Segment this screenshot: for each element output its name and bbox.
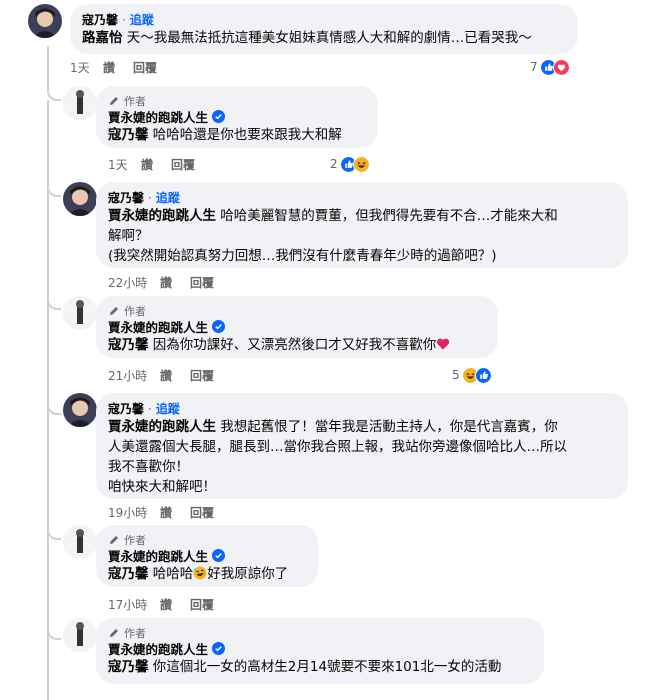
- comment-text: 你這個北一女的高材生2月14號要不要來101北一女的活動: [152, 659, 502, 675]
- comment-text: (我突然開始認真努力回想…我們沒有什麼青春年少時的過節吧？): [108, 248, 497, 264]
- red-heart-emoji: [437, 338, 450, 350]
- verified-badge-icon: [212, 642, 226, 655]
- reply-button[interactable]: 回覆: [133, 59, 157, 76]
- pen-icon: [110, 535, 118, 544]
- avatar[interactable]: [63, 86, 97, 120]
- comment-time[interactable]: 21小時: [108, 367, 160, 384]
- comment-time[interactable]: 1天: [108, 156, 141, 173]
- like-button[interactable]: 讚: [160, 367, 190, 384]
- comment-text: 哈哈哈還是你也要來跟我大和解: [152, 127, 342, 143]
- like-button[interactable]: 讚: [103, 59, 133, 76]
- comment-text: 因為你功課好、又漂亮然後口才又好我不喜歡你: [152, 337, 437, 353]
- comment-text: 解啊？: [108, 228, 149, 244]
- comment-bubble: 寇乃馨 · 追蹤 路嘉怡 天～我最無法抵抗這種美女姐妹真情感人大和解的劇情…已看…: [70, 4, 578, 54]
- comment-text: 人美還露個大長腿，腿長到…當你我合照上報，我站你旁邊像個哈比人…所以: [108, 439, 567, 455]
- pen-icon: [110, 628, 118, 637]
- comment-bubble: 寇乃馨 · 追蹤 賈永婕的跑跳人生 哈哈美麗智慧的賈董，但我們得先要有不合…才能…: [96, 182, 628, 268]
- avatar[interactable]: [63, 296, 97, 330]
- commenter-name[interactable]: 賈永婕的跑跳人生: [108, 317, 208, 336]
- separator-dot: ·: [148, 190, 152, 205]
- comment-text: 我想起舊恨了！當年我是活動主持人，你是代言嘉賓，你: [220, 419, 558, 435]
- avatar[interactable]: [28, 4, 62, 38]
- comment-time[interactable]: 17小時: [108, 596, 160, 613]
- mention-tag[interactable]: 寇乃馨: [108, 127, 149, 143]
- reply-button[interactable]: 回覆: [190, 274, 214, 291]
- thread-connector: [47, 515, 61, 540]
- verified-badge-icon: [212, 110, 226, 123]
- follow-link[interactable]: 追蹤: [130, 11, 154, 28]
- comment-bubble: 寇乃馨 · 追蹤 賈永婕的跑跳人生 我想起舊恨了！當年我是活動主持人，你是代言嘉…: [96, 393, 628, 499]
- separator-dot: ·: [122, 12, 126, 27]
- follow-link[interactable]: 追蹤: [156, 400, 180, 417]
- comment-text: 我不喜歡你！: [108, 459, 189, 475]
- comment-time[interactable]: 22小時: [108, 274, 160, 291]
- reaction-count: 2: [330, 157, 338, 171]
- haha-reaction-icon: [352, 155, 370, 173]
- comment-time[interactable]: 1天: [70, 59, 103, 76]
- follow-link[interactable]: 追蹤: [156, 189, 180, 206]
- commenter-name[interactable]: 寇乃馨: [108, 400, 144, 417]
- commenter-name[interactable]: 寇乃馨: [82, 11, 118, 28]
- mention-tag[interactable]: 路嘉怡: [82, 30, 123, 46]
- pen-icon: [110, 306, 118, 315]
- comment-text: 天～我最無法抵抗這種美女姐妹真情感人大和解的劇情…已看哭我～: [126, 30, 532, 46]
- thread-connector: [47, 76, 61, 101]
- avatar[interactable]: [63, 618, 97, 652]
- avatar[interactable]: [63, 182, 97, 216]
- comment-bubble: 作者 賈永婕的跑跳人生 寇乃馨 哈哈哈還是你也要來跟我大和解: [96, 86, 378, 148]
- mention-tag[interactable]: 寇乃馨: [108, 659, 149, 675]
- mention-tag[interactable]: 寇乃馨: [108, 337, 149, 353]
- avatar[interactable]: [63, 393, 97, 427]
- commenter-name[interactable]: 賈永婕的跑跳人生: [108, 107, 208, 126]
- author-badge: 作者: [108, 93, 366, 108]
- commenter-name[interactable]: 賈永婕的跑跳人生: [108, 546, 208, 565]
- rofl-emoji: [193, 566, 207, 580]
- commenter-name[interactable]: 賈永婕的跑跳人生: [108, 639, 208, 658]
- thread-connector: [47, 615, 61, 640]
- reaction-count: 7: [530, 60, 538, 74]
- verified-badge-icon: [212, 549, 226, 562]
- author-badge: 作者: [108, 303, 486, 318]
- comment-bubble: 作者 賈永婕的跑跳人生 寇乃馨 哈哈哈 好我原諒你了: [96, 525, 318, 587]
- mention-tag[interactable]: 寇乃馨: [108, 566, 149, 582]
- comment-text: 好我原諒你了: [207, 566, 289, 582]
- thread-connector: [47, 285, 61, 310]
- comment-text: 咱快來大和解吧！: [108, 479, 216, 495]
- author-badge: 作者: [108, 532, 306, 547]
- separator-dot: ·: [148, 401, 152, 416]
- reaction-summary[interactable]: 5: [452, 366, 492, 384]
- like-button[interactable]: 讚: [160, 596, 190, 613]
- mention-tag[interactable]: 賈永婕的跑跳人生: [108, 419, 216, 435]
- like-button[interactable]: 讚: [160, 504, 190, 521]
- like-reaction-icon: [474, 366, 492, 384]
- author-badge: 作者: [108, 625, 532, 640]
- reaction-summary[interactable]: 2: [330, 155, 370, 173]
- comment-text: 哈哈哈: [152, 566, 194, 582]
- reaction-summary[interactable]: 7: [530, 58, 570, 76]
- reply-button[interactable]: 回覆: [171, 156, 195, 173]
- pen-icon: [110, 96, 118, 105]
- reaction-count: 5: [452, 368, 460, 382]
- reply-button[interactable]: 回覆: [190, 367, 214, 384]
- comment-time[interactable]: 19小時: [108, 504, 160, 521]
- comment-bubble: 作者 賈永婕的跑跳人生 寇乃馨 因為你功課好、又漂亮然後口才又好我不喜歡你: [96, 296, 498, 358]
- commenter-name[interactable]: 寇乃馨: [108, 189, 144, 206]
- love-reaction-icon: [552, 58, 570, 76]
- thread-connector: [47, 390, 61, 415]
- comment-text: 哈哈美麗智慧的賈董，但我們得先要有不合…才能來大和: [220, 208, 558, 224]
- thread-connector: [47, 172, 61, 197]
- avatar[interactable]: [63, 525, 97, 559]
- comment-bubble: 作者 賈永婕的跑跳人生 寇乃馨 你這個北一女的高材生2月14號要不要來101北一…: [96, 618, 544, 684]
- reply-button[interactable]: 回覆: [190, 596, 214, 613]
- like-button[interactable]: 讚: [141, 156, 171, 173]
- verified-badge-icon: [212, 320, 226, 333]
- reply-button[interactable]: 回覆: [190, 504, 214, 521]
- like-button[interactable]: 讚: [160, 274, 190, 291]
- mention-tag[interactable]: 賈永婕的跑跳人生: [108, 208, 216, 224]
